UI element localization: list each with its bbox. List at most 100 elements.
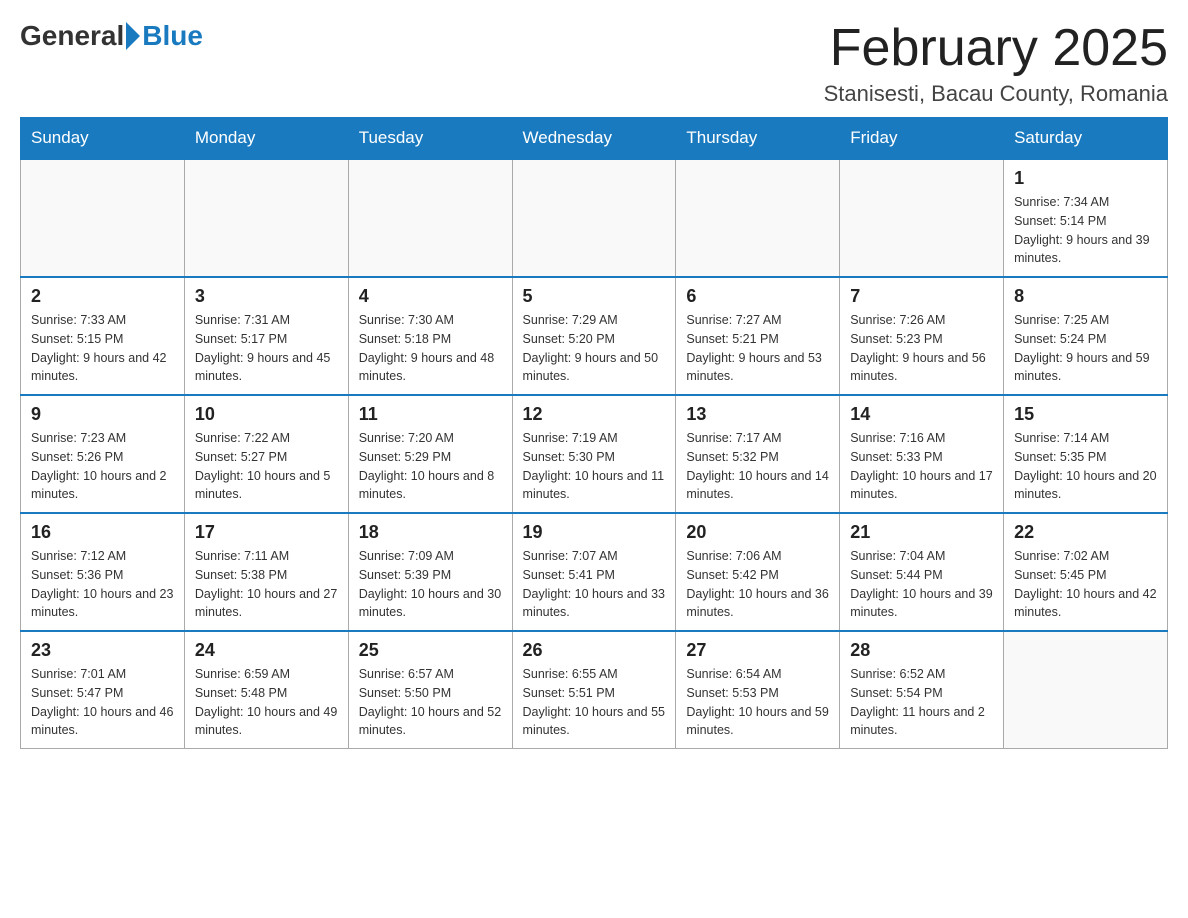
day-info: Sunrise: 7:29 AM Sunset: 5:20 PM Dayligh…	[523, 311, 666, 386]
day-number: 1	[1014, 168, 1157, 189]
calendar-cell: 18 Sunrise: 7:09 AM Sunset: 5:39 PM Dayli…	[348, 513, 512, 631]
weekday-header-monday: Monday	[184, 118, 348, 160]
day-number: 21	[850, 522, 993, 543]
day-number: 19	[523, 522, 666, 543]
calendar-cell: 20 Sunrise: 7:06 AM Sunset: 5:42 PM Dayli…	[676, 513, 840, 631]
page-header: General Blue February 2025 Stanisesti, B…	[20, 20, 1168, 107]
day-number: 25	[359, 640, 502, 661]
calendar-cell: 23Sunrise: 7:01 AM Sunset: 5:47 PM Dayli…	[21, 631, 185, 749]
day-info: Sunrise: 7:33 AM Sunset: 5:15 PM Dayligh…	[31, 311, 174, 386]
calendar-cell: 8 Sunrise: 7:25 AM Sunset: 5:24 PM Daylig…	[1004, 277, 1168, 395]
calendar-cell: 16 Sunrise: 7:12 AM Sunset: 5:36 PM Dayli…	[21, 513, 185, 631]
day-info: Sunrise: 7:27 AM Sunset: 5:21 PM Dayligh…	[686, 311, 829, 386]
title-block: February 2025 Stanisesti, Bacau County, …	[824, 20, 1168, 107]
day-number: 20	[686, 522, 829, 543]
day-info: Sunrise: 7:09 AM Sunset: 5:39 PM Dayligh…	[359, 547, 502, 622]
day-info: Sunrise: 6:52 AM Sunset: 5:54 PM Dayligh…	[850, 665, 993, 740]
logo: General Blue	[20, 20, 203, 52]
day-number: 11	[359, 404, 502, 425]
day-info: Sunrise: 7:23 AM Sunset: 5:26 PM Dayligh…	[31, 429, 174, 504]
day-number: 13	[686, 404, 829, 425]
day-info: Sunrise: 7:06 AM Sunset: 5:42 PM Dayligh…	[686, 547, 829, 622]
calendar-cell: 4 Sunrise: 7:30 AM Sunset: 5:18 PM Daylig…	[348, 277, 512, 395]
day-info: Sunrise: 7:07 AM Sunset: 5:41 PM Dayligh…	[523, 547, 666, 622]
calendar-cell: 15 Sunrise: 7:14 AM Sunset: 5:35 PM Dayli…	[1004, 395, 1168, 513]
day-number: 18	[359, 522, 502, 543]
day-info: Sunrise: 7:22 AM Sunset: 5:27 PM Dayligh…	[195, 429, 338, 504]
day-info: Sunrise: 7:02 AM Sunset: 5:45 PM Dayligh…	[1014, 547, 1157, 622]
location-title: Stanisesti, Bacau County, Romania	[824, 81, 1168, 107]
day-info: Sunrise: 7:12 AM Sunset: 5:36 PM Dayligh…	[31, 547, 174, 622]
day-number: 22	[1014, 522, 1157, 543]
logo-blue-text: Blue	[142, 20, 203, 52]
calendar-cell: 11Sunrise: 7:20 AM Sunset: 5:29 PM Dayli…	[348, 395, 512, 513]
calendar-cell: 1 Sunrise: 7:34 AM Sunset: 5:14 PM Daylig…	[1004, 159, 1168, 277]
weekday-header-tuesday: Tuesday	[348, 118, 512, 160]
day-number: 6	[686, 286, 829, 307]
logo-general-text: General	[20, 20, 124, 52]
calendar-cell: 21Sunrise: 7:04 AM Sunset: 5:44 PM Dayli…	[840, 513, 1004, 631]
calendar-cell: 26Sunrise: 6:55 AM Sunset: 5:51 PM Dayli…	[512, 631, 676, 749]
calendar-cell: 24 Sunrise: 6:59 AM Sunset: 5:48 PM Dayli…	[184, 631, 348, 749]
day-number: 5	[523, 286, 666, 307]
weekday-header-friday: Friday	[840, 118, 1004, 160]
day-info: Sunrise: 6:59 AM Sunset: 5:48 PM Dayligh…	[195, 665, 338, 740]
calendar-cell: 2 Sunrise: 7:33 AM Sunset: 5:15 PM Daylig…	[21, 277, 185, 395]
calendar-week-1: 1 Sunrise: 7:34 AM Sunset: 5:14 PM Daylig…	[21, 159, 1168, 277]
day-number: 2	[31, 286, 174, 307]
day-info: Sunrise: 7:25 AM Sunset: 5:24 PM Dayligh…	[1014, 311, 1157, 386]
day-info: Sunrise: 6:54 AM Sunset: 5:53 PM Dayligh…	[686, 665, 829, 740]
calendar-cell: 22 Sunrise: 7:02 AM Sunset: 5:45 PM Dayli…	[1004, 513, 1168, 631]
calendar-cell	[348, 159, 512, 277]
calendar-week-3: 9 Sunrise: 7:23 AM Sunset: 5:26 PM Daylig…	[21, 395, 1168, 513]
weekday-header-saturday: Saturday	[1004, 118, 1168, 160]
day-number: 24	[195, 640, 338, 661]
day-info: Sunrise: 7:19 AM Sunset: 5:30 PM Dayligh…	[523, 429, 666, 504]
calendar-cell: 10 Sunrise: 7:22 AM Sunset: 5:27 PM Dayli…	[184, 395, 348, 513]
calendar-table: SundayMondayTuesdayWednesdayThursdayFrid…	[20, 117, 1168, 749]
calendar-cell	[676, 159, 840, 277]
calendar-cell: 19 Sunrise: 7:07 AM Sunset: 5:41 PM Dayli…	[512, 513, 676, 631]
calendar-cell: 17Sunrise: 7:11 AM Sunset: 5:38 PM Dayli…	[184, 513, 348, 631]
day-number: 27	[686, 640, 829, 661]
day-info: Sunrise: 7:11 AM Sunset: 5:38 PM Dayligh…	[195, 547, 338, 622]
calendar-cell: 25 Sunrise: 6:57 AM Sunset: 5:50 PM Dayli…	[348, 631, 512, 749]
calendar-cell: 3 Sunrise: 7:31 AM Sunset: 5:17 PM Daylig…	[184, 277, 348, 395]
calendar-cell	[1004, 631, 1168, 749]
day-info: Sunrise: 7:17 AM Sunset: 5:32 PM Dayligh…	[686, 429, 829, 504]
calendar-cell: 7 Sunrise: 7:26 AM Sunset: 5:23 PM Daylig…	[840, 277, 1004, 395]
day-info: Sunrise: 7:30 AM Sunset: 5:18 PM Dayligh…	[359, 311, 502, 386]
calendar-cell: 13 Sunrise: 7:17 AM Sunset: 5:32 PM Dayli…	[676, 395, 840, 513]
calendar-cell: 6 Sunrise: 7:27 AM Sunset: 5:21 PM Daylig…	[676, 277, 840, 395]
day-number: 15	[1014, 404, 1157, 425]
logo-arrow-icon	[126, 22, 140, 50]
calendar-cell: 27 Sunrise: 6:54 AM Sunset: 5:53 PM Dayli…	[676, 631, 840, 749]
calendar-cell	[512, 159, 676, 277]
day-info: Sunrise: 6:57 AM Sunset: 5:50 PM Dayligh…	[359, 665, 502, 740]
day-number: 28	[850, 640, 993, 661]
calendar-cell	[840, 159, 1004, 277]
day-number: 8	[1014, 286, 1157, 307]
calendar-cell	[21, 159, 185, 277]
calendar-week-2: 2 Sunrise: 7:33 AM Sunset: 5:15 PM Daylig…	[21, 277, 1168, 395]
day-number: 14	[850, 404, 993, 425]
day-number: 4	[359, 286, 502, 307]
day-number: 7	[850, 286, 993, 307]
day-number: 12	[523, 404, 666, 425]
day-info: Sunrise: 7:14 AM Sunset: 5:35 PM Dayligh…	[1014, 429, 1157, 504]
day-info: Sunrise: 7:34 AM Sunset: 5:14 PM Dayligh…	[1014, 193, 1157, 268]
month-title: February 2025	[824, 20, 1168, 77]
calendar-cell: 12 Sunrise: 7:19 AM Sunset: 5:30 PM Dayli…	[512, 395, 676, 513]
day-number: 3	[195, 286, 338, 307]
weekday-header-sunday: Sunday	[21, 118, 185, 160]
day-info: Sunrise: 7:26 AM Sunset: 5:23 PM Dayligh…	[850, 311, 993, 386]
day-number: 10	[195, 404, 338, 425]
day-number: 16	[31, 522, 174, 543]
day-info: Sunrise: 7:31 AM Sunset: 5:17 PM Dayligh…	[195, 311, 338, 386]
day-number: 23	[31, 640, 174, 661]
calendar-cell: 9 Sunrise: 7:23 AM Sunset: 5:26 PM Daylig…	[21, 395, 185, 513]
weekday-header-wednesday: Wednesday	[512, 118, 676, 160]
day-number: 9	[31, 404, 174, 425]
calendar-cell: 28 Sunrise: 6:52 AM Sunset: 5:54 PM Dayli…	[840, 631, 1004, 749]
day-info: Sunrise: 6:55 AM Sunset: 5:51 PM Dayligh…	[523, 665, 666, 740]
